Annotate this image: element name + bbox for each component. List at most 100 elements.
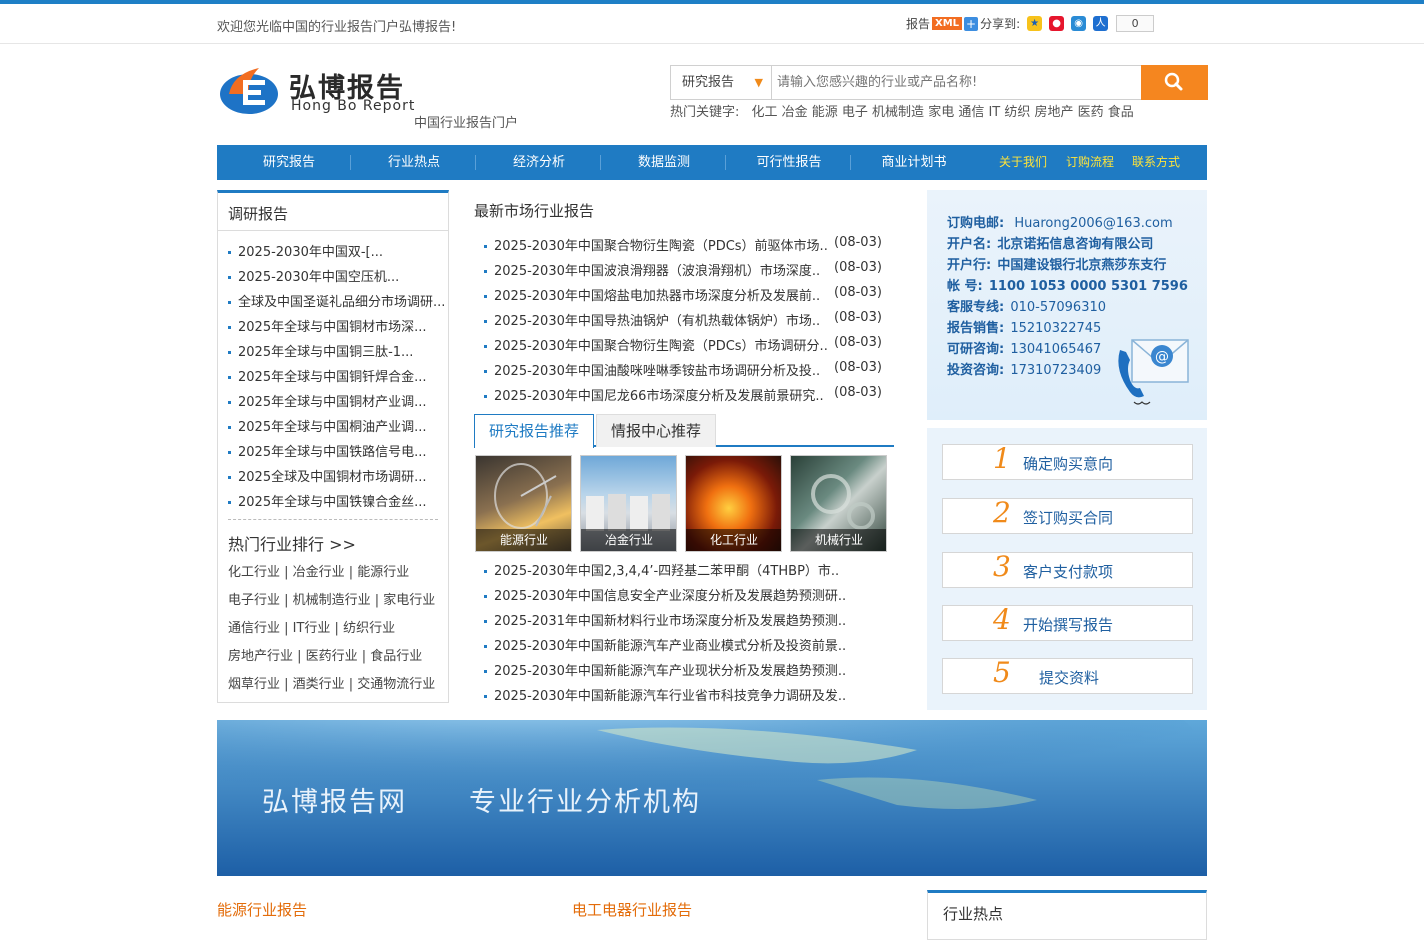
list-item[interactable]: 2025-2030年中国波浪滑翔器（波浪滑翔机）市场深度.. bbox=[484, 260, 820, 279]
hot-rank-title[interactable]: 热门行业排行 >> bbox=[228, 531, 356, 555]
section-energy-title[interactable]: 能源行业报告 bbox=[217, 899, 307, 920]
nav-link-contact[interactable]: 联系方式 bbox=[1126, 145, 1186, 180]
order-step[interactable]: 5 提交资料 bbox=[942, 656, 1193, 694]
thumb-machinery[interactable]: 机械行业 bbox=[790, 455, 887, 552]
thumb-caption: 化工行业 bbox=[686, 529, 781, 551]
list-item[interactable]: 2025-2030年中国新能源汽车产业商业模式分析及投资前景.. bbox=[484, 635, 846, 654]
thumb-chemical[interactable]: 化工行业 bbox=[685, 455, 782, 552]
list-item[interactable]: 2025-2030年中国油酸咪唑啉季铵盐市场调研分析及投.. bbox=[484, 360, 820, 379]
list-item[interactable]: 2025-2030年中国导热油锅炉（有机热载体锅炉）市场.. bbox=[484, 310, 820, 329]
banner-slogan: 专业行业分析机构 bbox=[469, 787, 701, 818]
qzone-icon[interactable]: ★ bbox=[1027, 16, 1043, 31]
panel-title: 行业热点 bbox=[943, 905, 1004, 923]
latest-reports-title: 最新市场行业报告 bbox=[474, 202, 595, 220]
list-item[interactable]: 2025-2030年中国尼龙66市场深度分析及发展前景研究.. bbox=[484, 385, 824, 404]
contact-row: 开户名: 北京诺拓信息咨询有限公司 bbox=[947, 237, 1154, 252]
list-item[interactable]: 2025-2030年中国双-[... bbox=[228, 241, 446, 260]
site-logo[interactable]: 弘博报告 Hong Bo Report bbox=[219, 58, 419, 120]
report-label: 报告 bbox=[906, 17, 931, 31]
nav-divider bbox=[600, 155, 601, 170]
nav-link-order[interactable]: 订购流程 bbox=[1060, 145, 1120, 180]
nav-link-about[interactable]: 关于我们 bbox=[993, 145, 1053, 180]
rank-row[interactable]: 通信行业 | IT行业 | 纺织行业 bbox=[228, 617, 395, 636]
hot-keywords-label: 热门关键字: bbox=[670, 105, 740, 120]
list-item[interactable]: 2025年全球与中国铁路信号电... bbox=[228, 441, 446, 460]
main-nav: 研究报告 行业热点 经济分析 数据监测 可行性报告 商业计划书 关于我们 订购流… bbox=[217, 145, 1207, 180]
nav-item-data[interactable]: 数据监测 bbox=[614, 145, 714, 180]
list-item[interactable]: 2025-2030年中国新能源汽车产业现状分析及发展趋势预测.. bbox=[484, 660, 846, 679]
order-step[interactable]: 4 开始撰写报告 bbox=[942, 603, 1193, 641]
contact-row: 报告销售: 15210322745 bbox=[947, 321, 1102, 336]
list-item[interactable]: 2025年全球与中国铜钎焊合金... bbox=[228, 366, 446, 385]
list-item-date: (08-03) bbox=[834, 335, 882, 350]
welcome-text: 欢迎您光临中国的行业报告门户弘博报告! bbox=[217, 20, 457, 35]
list-item[interactable]: 2025-2030年中国聚合物衍生陶瓷（PDCs）市场调研分.. bbox=[484, 335, 828, 354]
list-item[interactable]: 2025-2030年中国信息安全产业深度分析及发展趋势预测研.. bbox=[484, 585, 846, 604]
hero-banner[interactable]: 弘博报告网 专业行业分析机构 bbox=[217, 720, 1207, 876]
contact-row: 帐 号: 1100 1053 0000 5301 7596 bbox=[947, 279, 1188, 294]
nav-item-feasibility[interactable]: 可行性报告 bbox=[739, 145, 839, 180]
tab-intel-recommend[interactable]: 情报中心推荐 bbox=[596, 414, 716, 447]
tencent-icon[interactable]: ◉ bbox=[1071, 16, 1087, 31]
list-item-date: (08-03) bbox=[834, 260, 882, 275]
contact-box: 订购电邮: Huarong2006@163.com 开户名: 北京诺拓信息咨询有… bbox=[927, 190, 1207, 420]
search-input[interactable] bbox=[773, 66, 1141, 99]
list-item[interactable]: 2025-2030年中国聚合物衍生陶瓷（PDCs）前驱体市场.. bbox=[484, 235, 828, 254]
search-button[interactable] bbox=[1141, 65, 1208, 100]
list-item[interactable]: 2025年全球与中国桐油产业调... bbox=[228, 416, 446, 435]
order-step[interactable]: 2 签订购买合同 bbox=[942, 496, 1193, 534]
contact-row: 投资咨询: 17310723409 bbox=[947, 363, 1102, 378]
nav-divider bbox=[725, 155, 726, 170]
nav-item-hot[interactable]: 行业热点 bbox=[364, 145, 464, 180]
thumb-metallurgy[interactable]: 冶金行业 bbox=[580, 455, 677, 552]
list-item-date: (08-03) bbox=[834, 310, 882, 325]
recommend-tabs: 研究报告推荐 情报中心推荐 bbox=[474, 414, 894, 448]
search-category-select[interactable]: 研究报告 ▼ bbox=[671, 66, 772, 99]
thumb-energy[interactable]: 能源行业 bbox=[475, 455, 572, 552]
contact-row: 订购电邮: Huarong2006@163.com bbox=[947, 216, 1173, 231]
share-label: 分享到: bbox=[980, 17, 1021, 31]
thumb-caption: 冶金行业 bbox=[581, 529, 676, 551]
rank-row[interactable]: 房地产行业 | 医药行业 | 食品行业 bbox=[228, 645, 422, 664]
nav-divider bbox=[475, 155, 476, 170]
research-reports-panel: 调研报告 2025-2030年中国双-[... 2025-2030年中国空压机.… bbox=[217, 190, 449, 703]
divider bbox=[218, 230, 448, 231]
search-icon bbox=[1164, 72, 1183, 91]
list-item[interactable]: 2025年全球与中国铜三肽-1... bbox=[228, 341, 446, 360]
list-item[interactable]: 2025年全球与中国铁镍合金丝... bbox=[228, 491, 446, 510]
weibo-icon[interactable]: ● bbox=[1049, 16, 1065, 31]
list-item[interactable]: 全球及中国圣诞礼品细分市场调研... bbox=[228, 291, 446, 310]
renren-icon[interactable]: 人 bbox=[1093, 16, 1109, 31]
list-item-date: (08-03) bbox=[834, 385, 882, 400]
search-box: 研究报告 ▼ bbox=[670, 65, 1208, 100]
list-item[interactable]: 2025年全球与中国铜材产业调... bbox=[228, 391, 446, 410]
list-item[interactable]: 2025-2030年中国空压机... bbox=[228, 266, 446, 285]
hot-keywords-list[interactable]: 化工 冶金 能源 电子 机械制造 家电 通信 IT 纺织 房地产 医药 食品 bbox=[752, 105, 1134, 120]
section-electrical-title[interactable]: 电工电器行业报告 bbox=[572, 899, 692, 920]
list-item[interactable]: 2025-2030年中国熔盐电加热器市场深度分析及发展前.. bbox=[484, 285, 820, 304]
list-item[interactable]: 2025-2030年中国新能源汽车行业省市科技竞争力调研及发.. bbox=[484, 685, 846, 704]
list-item[interactable]: 2025-2031年中国新材料行业市场深度分析及发展趋势预测.. bbox=[484, 610, 846, 629]
share-plus-icon[interactable]: + bbox=[964, 16, 979, 31]
nav-item-economy[interactable]: 经济分析 bbox=[489, 145, 589, 180]
share-bar: 报告 XML + 分享到: ★ ● ◉ 人 0 bbox=[906, 15, 1155, 32]
order-step[interactable]: 1 确定购买意向 bbox=[942, 442, 1193, 480]
rank-row[interactable]: 化工行业 | 冶金行业 | 能源行业 bbox=[228, 561, 409, 580]
logo-mark-icon bbox=[220, 68, 278, 114]
xml-rss-badge[interactable]: XML bbox=[932, 17, 963, 30]
rank-row[interactable]: 电子行业 | 机械制造行业 | 家电行业 bbox=[228, 589, 435, 608]
rank-row[interactable]: 烟草行业 | 酒类行业 | 交通物流行业 bbox=[228, 673, 435, 692]
order-step[interactable]: 3 客户支付款项 bbox=[942, 550, 1193, 588]
chevron-down-icon: ▼ bbox=[754, 76, 763, 89]
nav-item-research[interactable]: 研究报告 bbox=[239, 145, 339, 180]
phone-email-icon: @ bbox=[1118, 339, 1189, 405]
list-item[interactable]: 2025-2030年中国2,3,4,4’-四羟基二苯甲酮（4THBP）市.. bbox=[484, 560, 839, 579]
list-item[interactable]: 2025全球及中国铜材市场调研... bbox=[228, 466, 446, 485]
tab-research-recommend[interactable]: 研究报告推荐 bbox=[474, 414, 594, 448]
banner-title: 弘博报告网 bbox=[262, 787, 407, 818]
contact-row: 可研咨询: 13041065467 bbox=[947, 342, 1102, 357]
svg-text:@: @ bbox=[1155, 349, 1169, 365]
list-item[interactable]: 2025年全球与中国铜材市场深... bbox=[228, 316, 446, 335]
hot-keywords: 热门关键字: 化工 冶金 能源 电子 机械制造 家电 通信 IT 纺织 房地产 … bbox=[670, 101, 1134, 120]
nav-item-business-plan[interactable]: 商业计划书 bbox=[864, 145, 964, 180]
